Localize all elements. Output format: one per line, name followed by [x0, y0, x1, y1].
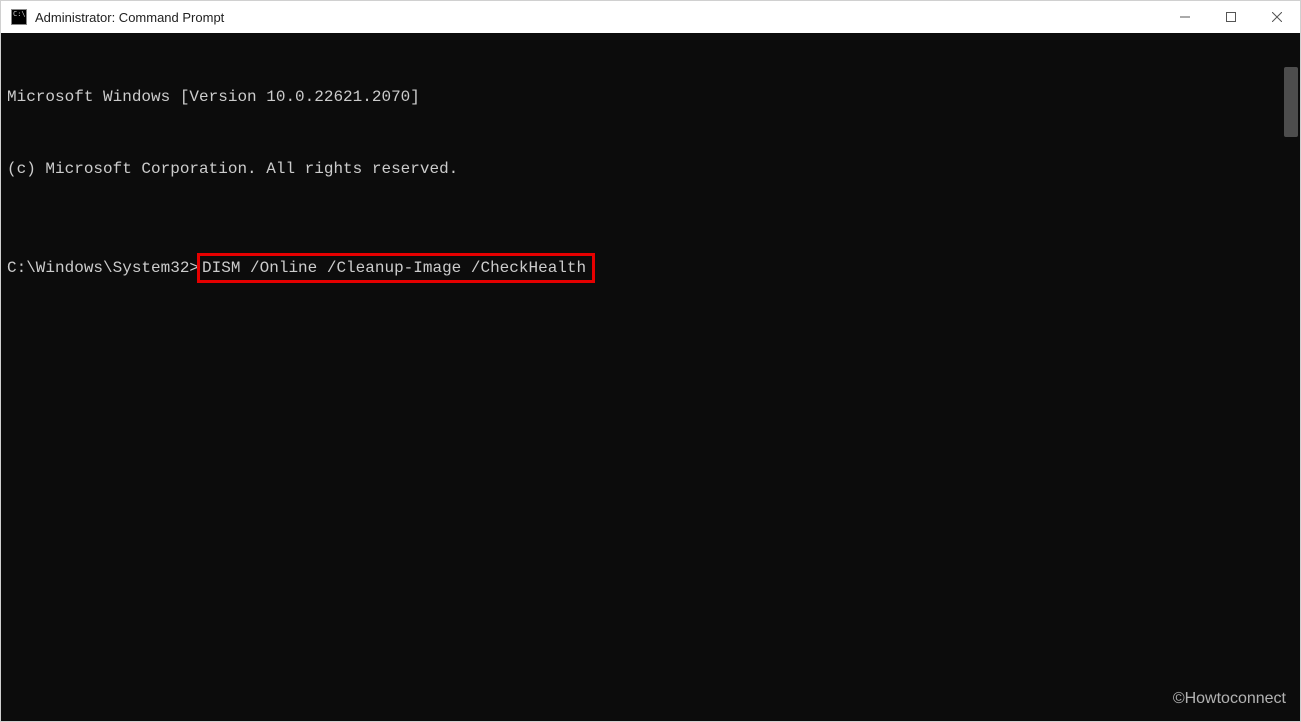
version-line: Microsoft Windows [Version 10.0.22621.20…: [7, 85, 1294, 109]
close-icon: [1272, 12, 1282, 22]
terminal-area[interactable]: Microsoft Windows [Version 10.0.22621.20…: [1, 33, 1300, 721]
cmd-icon: [11, 9, 27, 25]
copyright-line: (c) Microsoft Corporation. All rights re…: [7, 157, 1294, 181]
maximize-button[interactable]: [1208, 1, 1254, 33]
close-button[interactable]: [1254, 1, 1300, 33]
window-controls: [1162, 1, 1300, 33]
window-title: Administrator: Command Prompt: [35, 10, 224, 25]
prompt-text: C:\Windows\System32>: [7, 256, 199, 280]
minimize-button[interactable]: [1162, 1, 1208, 33]
command-prompt-window: Administrator: Command Prompt Microsoft …: [0, 0, 1301, 722]
vertical-scrollbar-thumb[interactable]: [1284, 67, 1298, 137]
minimize-icon: [1180, 12, 1190, 22]
titlebar[interactable]: Administrator: Command Prompt: [1, 1, 1300, 33]
watermark-text: ©Howtoconnect: [1173, 687, 1286, 711]
maximize-icon: [1226, 12, 1236, 22]
highlighted-command: DISM /Online /Cleanup-Image /CheckHealth: [197, 253, 595, 283]
command-text: DISM /Online /Cleanup-Image /CheckHealth: [202, 259, 586, 277]
prompt-line: C:\Windows\System32>DISM /Online /Cleanu…: [7, 253, 1294, 283]
